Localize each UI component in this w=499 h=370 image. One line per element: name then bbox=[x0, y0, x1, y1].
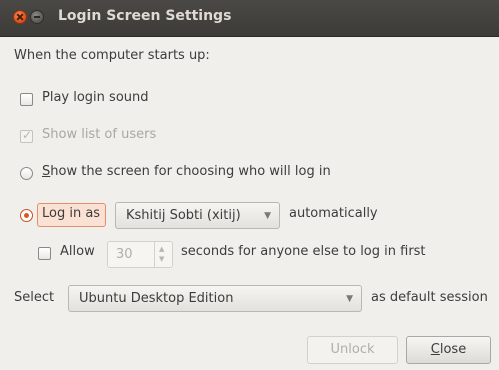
close-button[interactable]: Close bbox=[406, 336, 491, 364]
close-button-text: lose bbox=[439, 342, 467, 357]
user-select-value: Kshitij Sobti (xitij) bbox=[126, 208, 241, 223]
show-list-of-users-checkbox bbox=[20, 128, 33, 143]
session-select[interactable]: Ubuntu Desktop Edition ▼ bbox=[68, 285, 362, 312]
show-choosing-screen-label[interactable]: Show the screen for choosing who will lo… bbox=[42, 164, 331, 179]
unlock-button: Unlock bbox=[307, 336, 398, 364]
section-heading: When the computer starts up: bbox=[14, 48, 210, 63]
close-icon[interactable] bbox=[13, 10, 27, 24]
allow-label[interactable]: Allow bbox=[60, 244, 95, 259]
window-title: Login Screen Settings bbox=[58, 8, 232, 24]
play-login-sound-label[interactable]: Play login sound bbox=[42, 90, 149, 105]
log-in-as-label[interactable]: Log in as bbox=[42, 206, 100, 221]
show-choosing-screen-text: how the screen for choosing who will log… bbox=[50, 164, 331, 179]
user-select[interactable]: Kshitij Sobti (xitij) ▼ bbox=[115, 202, 280, 229]
log-in-as-radio[interactable] bbox=[20, 209, 33, 222]
close-button-mnemonic: C bbox=[430, 342, 440, 357]
select-label: Select bbox=[14, 290, 55, 305]
play-login-sound-checkbox[interactable] bbox=[20, 93, 33, 106]
minimize-icon[interactable] bbox=[30, 10, 44, 24]
allow-checkbox[interactable] bbox=[38, 247, 51, 260]
seconds-value: 30 bbox=[116, 247, 133, 262]
dropdown-arrow-icon: ▼ bbox=[346, 294, 353, 304]
spin-up-icon[interactable]: ▲ bbox=[159, 245, 164, 253]
show-list-of-users-label: Show list of users bbox=[42, 127, 157, 142]
seconds-spinbox[interactable]: 30 ▲ ▼ bbox=[107, 241, 173, 268]
session-select-value: Ubuntu Desktop Edition bbox=[79, 291, 234, 306]
allow-suffix-label: seconds for anyone else to log in first bbox=[181, 244, 426, 259]
dropdown-arrow-icon: ▼ bbox=[264, 211, 271, 221]
login-screen-settings-window: Login Screen Settings When the computer … bbox=[0, 0, 499, 370]
automatically-label: automatically bbox=[289, 206, 378, 221]
show-choosing-screen-radio[interactable] bbox=[20, 167, 33, 180]
spin-buttons[interactable]: ▲ ▼ bbox=[154, 242, 172, 267]
title-bar: Login Screen Settings bbox=[0, 0, 499, 37]
spin-down-icon[interactable]: ▼ bbox=[159, 255, 164, 263]
default-session-label: as default session bbox=[371, 290, 488, 305]
